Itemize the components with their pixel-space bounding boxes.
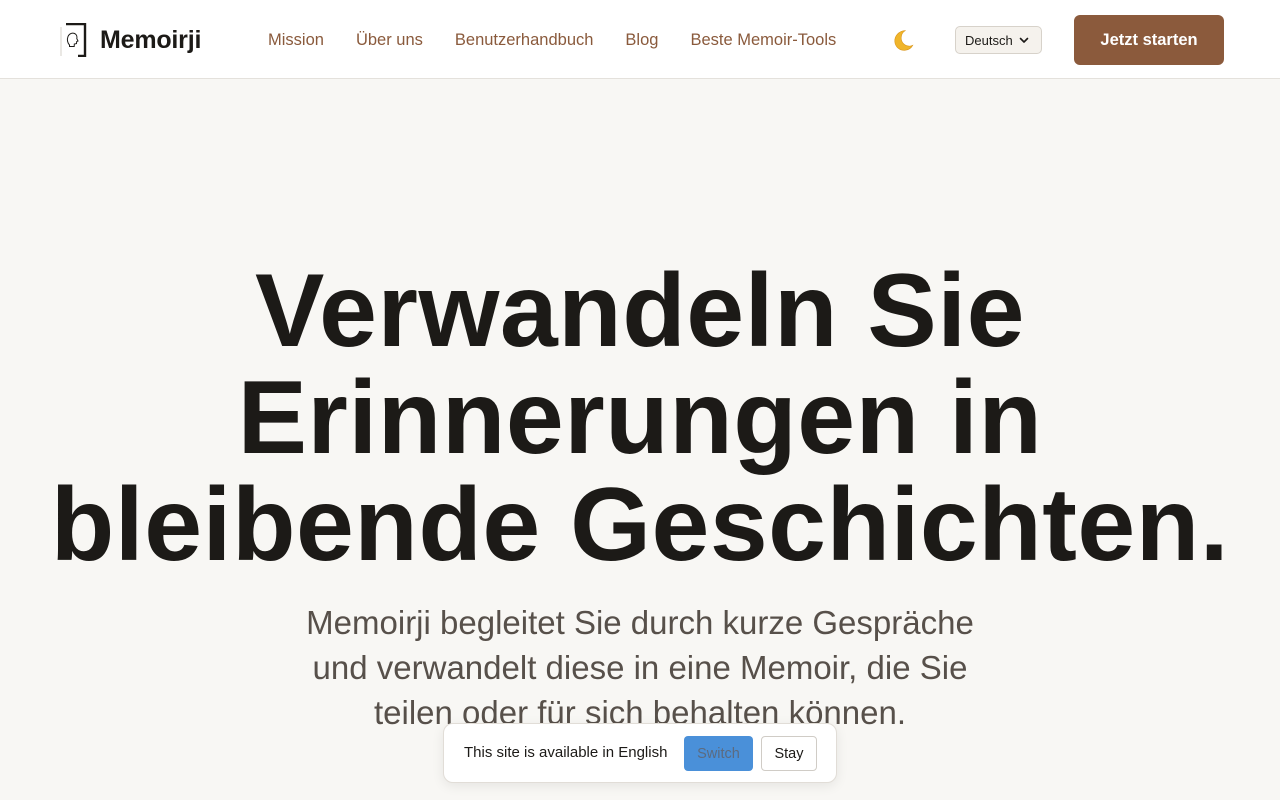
hero-subtitle-line: Memoirji begleitet Sie durch kurze Gespr… [306,604,974,641]
moon-icon [894,30,914,51]
head-profile-icon [60,23,87,57]
hero-title-line: Erinnerungen in [237,360,1043,476]
nav-link-best-memoir-tools[interactable]: Beste Memoir-Tools [690,31,836,50]
site-header: Memoirji Mission Über uns Benutzerhandbu… [0,0,1280,79]
hero-title: Verwandeln Sie Erinnerungen in bleibende… [40,258,1240,579]
hero-subtitle-line: und verwandelt diese in eine Memoir, die… [312,649,968,686]
nav-link-user-guide[interactable]: Benutzerhandbuch [455,31,594,50]
logo-text: Memoirji [100,25,202,54]
main-nav: Mission Über uns Benutzerhandbuch Blog B… [268,28,868,52]
language-select-value: Deutsch [965,32,1013,48]
language-suggestion-banner: This site is available in English Switch… [443,723,837,783]
language-select[interactable]: Deutsch [955,26,1042,54]
hero-subtitle: Memoirji begleitet Sie durch kurze Gespr… [280,600,1000,735]
get-started-button[interactable]: Jetzt starten [1074,15,1224,65]
language-banner-message: This site is available in English [464,744,668,761]
stay-button[interactable]: Stay [761,736,817,771]
logo-link[interactable]: Memoirji [60,22,201,58]
chevron-down-icon [1019,37,1029,43]
nav-link-mission[interactable]: Mission [268,31,324,50]
nav-link-about[interactable]: Über uns [356,31,423,50]
theme-toggle-button[interactable] [888,27,918,53]
nav-link-blog[interactable]: Blog [625,31,658,50]
hero-title-line: bleibende Geschichten. [50,467,1230,583]
hero-title-line: Verwandeln Sie [255,253,1025,369]
switch-language-button[interactable]: Switch [684,736,753,771]
